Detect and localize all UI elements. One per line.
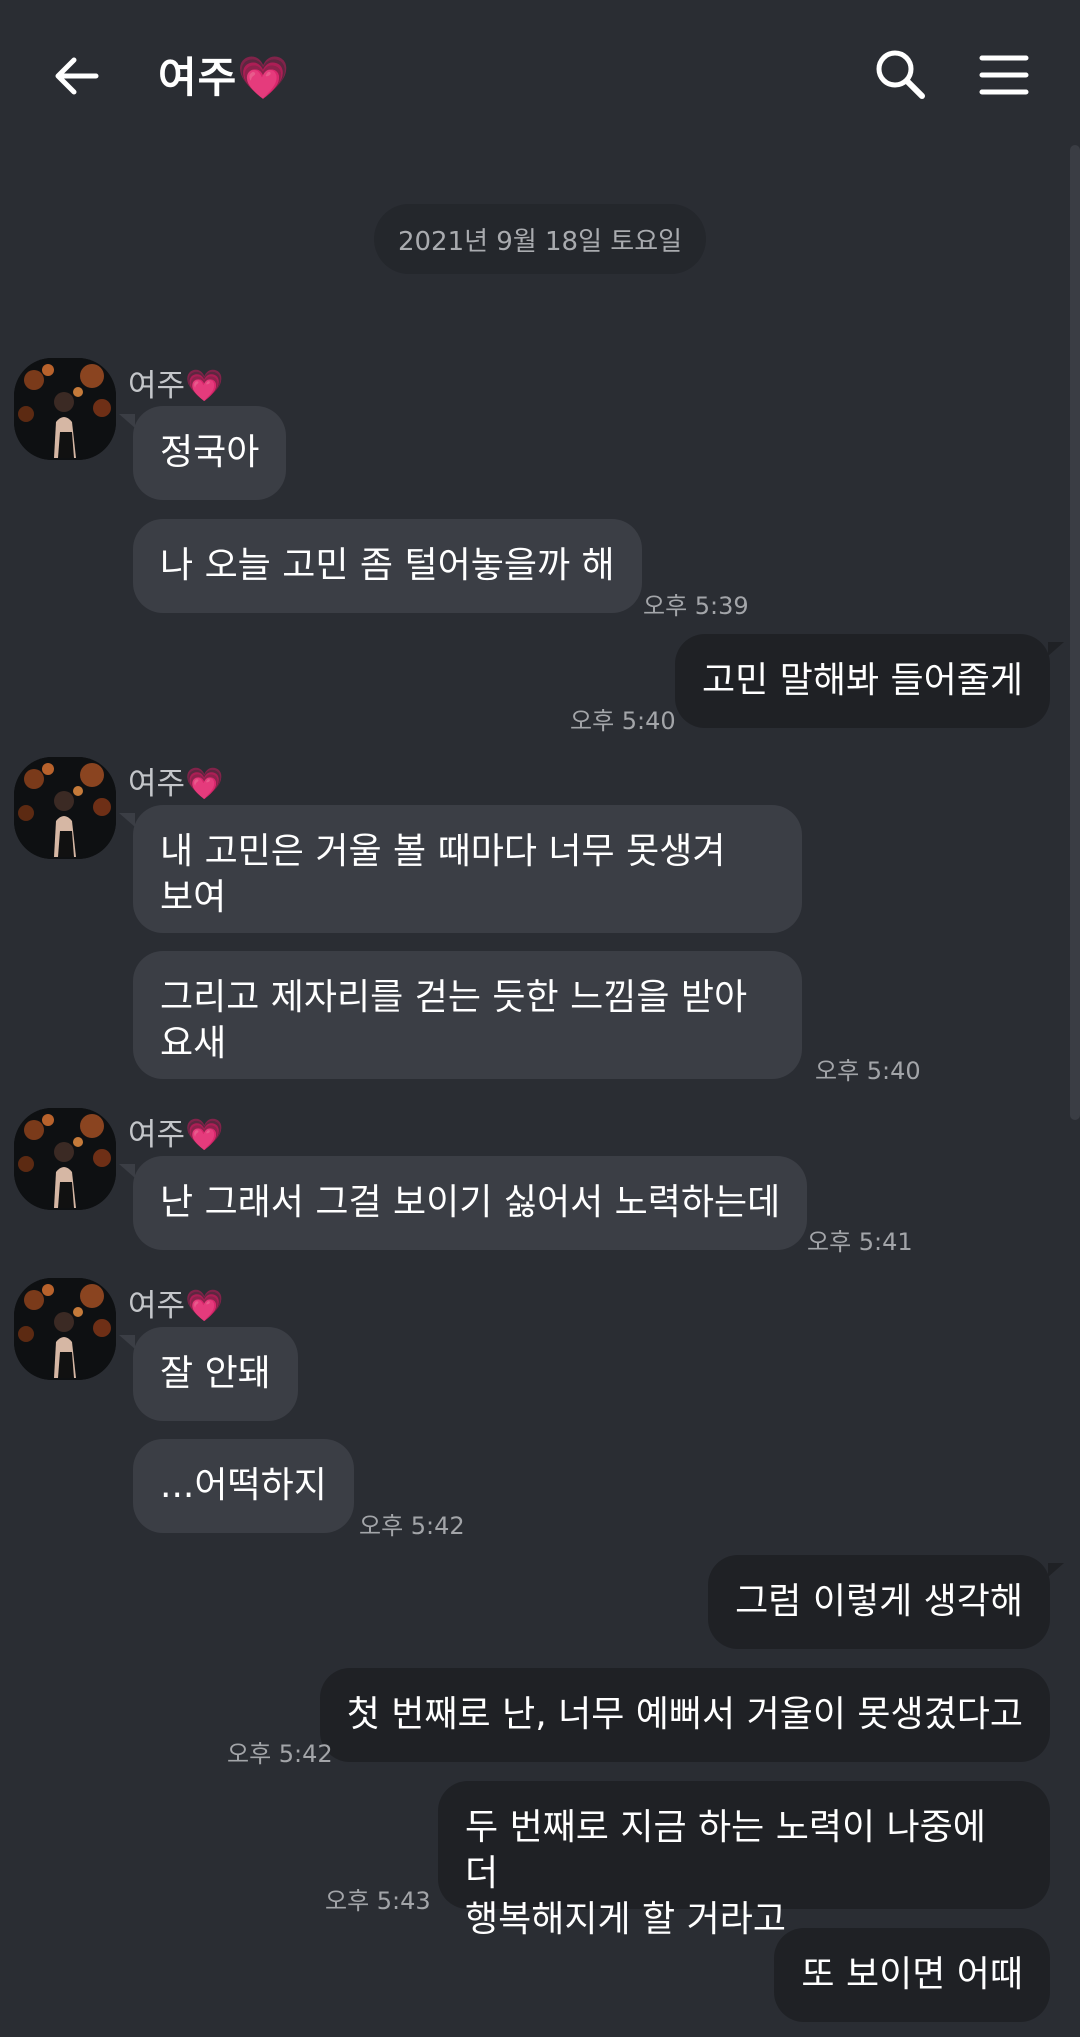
my-message-bubble[interactable]: 첫 번째로 난, 너무 예뻐서 거울이 못생겼다고 <box>319 1668 1050 1762</box>
message-bubble[interactable]: 잘 안돼 <box>119 1327 298 1421</box>
message-time: 오후 5:43 <box>325 1887 431 1915</box>
my-message-bubble[interactable]: 두 번째로 지금 하는 노력이 나중에 더 행복해지게 할 거라고 <box>438 1781 1050 1940</box>
message-time: 오후 5:42 <box>359 1512 465 1540</box>
avatar[interactable] <box>14 1108 116 1210</box>
sender-name: 여주💗 <box>128 1288 224 1324</box>
message-bubble[interactable]: 내 고민은 거울 볼 때마다 너무 못생겨 보여 <box>119 805 802 933</box>
back-arrow-icon[interactable] <box>48 48 104 104</box>
message-bubble[interactable]: 난 그래서 그걸 보이기 싫어서 노력하는데 <box>118 1156 808 1250</box>
message-time: 오후 5:41 <box>807 1228 913 1256</box>
message-time: 오후 5:39 <box>643 592 749 620</box>
hamburger-menu-icon[interactable] <box>976 48 1032 104</box>
avatar[interactable] <box>14 757 116 859</box>
sender-name: 여주💗 <box>128 1117 224 1153</box>
my-message-bubble[interactable]: 또 보이면 어때 <box>774 1928 1050 2022</box>
search-icon[interactable] <box>872 46 928 102</box>
chat-title: 여주💗 <box>158 53 291 102</box>
message-bubble[interactable]: 나 오늘 고민 좀 털어놓을까 해 <box>133 519 642 613</box>
message-time: 오후 5:42 <box>227 1740 333 1768</box>
date-divider: 2021년 9월 18일 토요일 <box>374 204 706 274</box>
scrollbar[interactable] <box>1070 145 1080 1120</box>
message-time: 오후 5:40 <box>815 1057 921 1085</box>
avatar[interactable] <box>14 1278 116 1380</box>
message-time: 오후 5:40 <box>570 707 676 735</box>
sender-name: 여주💗 <box>128 368 224 404</box>
sender-name: 여주💗 <box>128 766 224 802</box>
my-message-bubble[interactable]: 그럼 이렇게 생각해 <box>708 1555 1064 1649</box>
message-bubble[interactable]: 그리고 제자리를 걷는 듯한 느낌을 받아 요새 <box>133 951 802 1079</box>
my-message-bubble[interactable]: 고민 말해봐 들어줄게 <box>675 634 1064 728</box>
message-bubble[interactable]: ...어떡하지 <box>133 1439 354 1533</box>
message-bubble[interactable]: 정국아 <box>118 406 287 500</box>
avatar[interactable] <box>14 358 116 460</box>
chat-header: 여주💗 <box>0 0 1080 150</box>
